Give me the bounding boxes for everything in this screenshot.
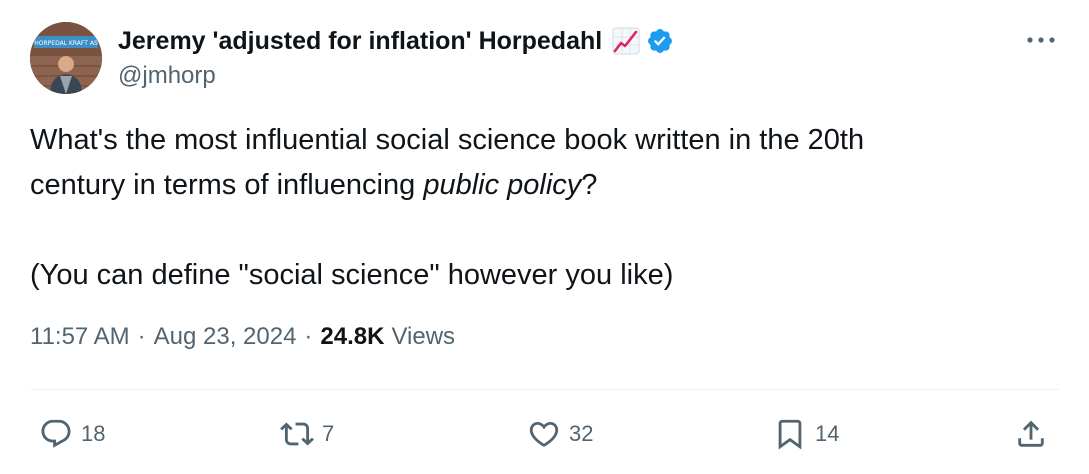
author-handle[interactable]: @jmhorp bbox=[118, 62, 674, 90]
tweet-text-emphasis: public policy bbox=[423, 169, 582, 201]
tweet-text-line-2-suffix: ? bbox=[581, 169, 598, 201]
tweet-text: What's the most influential social scien… bbox=[30, 118, 1060, 298]
like-button[interactable]: 32 bbox=[527, 414, 593, 454]
meta-separator: · bbox=[304, 323, 313, 350]
chart-increasing-icon bbox=[612, 27, 640, 55]
tweet-meta: 11:57 AM · Aug 23, 2024 · 24.8K Views bbox=[30, 323, 455, 351]
heart-icon bbox=[529, 421, 559, 447]
tweet-card: HORPEDAL KRAFT AS Jeremy 'adjusted for i… bbox=[0, 0, 1089, 474]
tweet-text-line-2-prefix: century in terms of influencing bbox=[30, 169, 424, 201]
repost-icon bbox=[280, 422, 314, 446]
tweet-text-line-1: What's the most influential social scien… bbox=[30, 124, 865, 156]
bookmark-icon bbox=[778, 419, 802, 450]
verified-badge-icon[interactable] bbox=[646, 27, 674, 55]
meta-separator: · bbox=[137, 323, 146, 350]
bookmark-count: 14 bbox=[815, 421, 840, 446]
reply-icon bbox=[41, 419, 71, 448]
display-name[interactable]: Jeremy 'adjusted for inflation' Horpedah… bbox=[118, 27, 602, 56]
repost-button[interactable]: 7 bbox=[280, 414, 334, 454]
avatar[interactable]: HORPEDAL KRAFT AS bbox=[30, 22, 102, 94]
share-icon bbox=[1018, 420, 1044, 447]
tweet-text-line-4: (You can define "social science" however… bbox=[30, 259, 674, 291]
reply-button[interactable]: 18 bbox=[39, 414, 105, 454]
tweet-text-line-2: century in terms of influencing public p… bbox=[30, 163, 1060, 208]
avatar-sign-text: HORPEDAL KRAFT AS bbox=[34, 40, 98, 47]
tweet-date[interactable]: Aug 23, 2024 bbox=[154, 323, 297, 351]
share-button[interactable] bbox=[1014, 414, 1048, 454]
avatar-photo: HORPEDAL KRAFT AS bbox=[30, 22, 102, 94]
like-count: 32 bbox=[569, 421, 594, 446]
more-dots-icon bbox=[1027, 37, 1055, 43]
tweet-time[interactable]: 11:57 AM bbox=[30, 323, 130, 351]
views-label[interactable]: Views bbox=[391, 323, 455, 351]
display-name-row: Jeremy 'adjusted for inflation' Horpedah… bbox=[118, 22, 674, 60]
author-header: Jeremy 'adjusted for inflation' Horpedah… bbox=[118, 22, 674, 90]
reply-count: 18 bbox=[81, 421, 106, 446]
divider bbox=[30, 389, 1059, 390]
bookmark-button[interactable]: 14 bbox=[773, 414, 839, 454]
views-count[interactable]: 24.8K bbox=[320, 323, 384, 351]
more-options-button[interactable] bbox=[1023, 28, 1059, 52]
repost-count: 7 bbox=[322, 421, 335, 446]
